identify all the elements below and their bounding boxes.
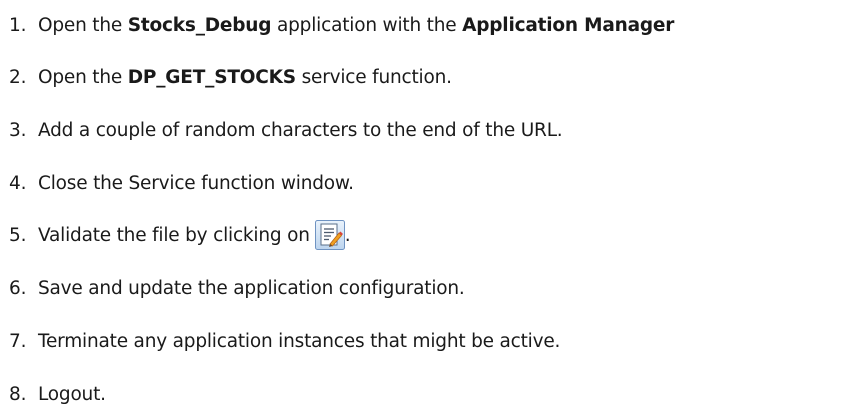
step-text: Open the DP_GET_STOCKS service function. [38, 67, 452, 88]
step-text: Validate the file by clicking on [38, 224, 310, 246]
step-text-part: application with the [271, 14, 463, 36]
step-text-part: Open the [38, 14, 128, 36]
step-text-suffix: . [344, 224, 351, 246]
step-number: 2. [9, 66, 27, 88]
step-text: Add a couple of random characters to the… [38, 119, 563, 141]
step-5: 5. Validate the file by clicking on . [0, 220, 351, 250]
step-text: Close the Service function window. [38, 172, 354, 194]
step-2: 2. Open the DP_GET_STOCKS service functi… [0, 62, 452, 92]
application-manager-bold: Application Manager [462, 14, 675, 36]
step-8: 8. Logout. [0, 379, 106, 409]
step-text: Terminate any application instances that… [38, 330, 561, 352]
step-1: 1. Open the Stocks_Debug application wit… [0, 10, 674, 40]
step-number: 5. [9, 224, 27, 246]
step-text: Logout. [38, 383, 106, 405]
step-6: 6. Save and update the application confi… [0, 273, 465, 303]
validate-icon[interactable] [314, 220, 345, 250]
step-3: 3. Add a couple of random characters to … [0, 115, 563, 145]
step-number: 3. [9, 119, 27, 141]
step-number: 1. [9, 14, 27, 36]
step-number: 7. [9, 330, 27, 352]
step-text: Save and update the application configur… [38, 277, 465, 299]
step-4: 4. Close the Service function window. [0, 168, 354, 198]
step-text-part: Open the [38, 66, 128, 88]
step-text: Open the Stocks_Debug application with t… [38, 15, 674, 36]
step-text-part: service function. [295, 66, 452, 88]
step-7: 7. Terminate any application instances t… [0, 326, 560, 356]
instruction-list: 1. Open the Stocks_Debug application wit… [0, 0, 863, 415]
app-name-bold: Stocks_Debug [127, 14, 272, 36]
step-number: 4. [9, 172, 27, 194]
step-number: 6. [9, 277, 27, 299]
service-function-bold: DP_GET_STOCKS [127, 66, 296, 88]
step-number: 8. [9, 383, 27, 405]
